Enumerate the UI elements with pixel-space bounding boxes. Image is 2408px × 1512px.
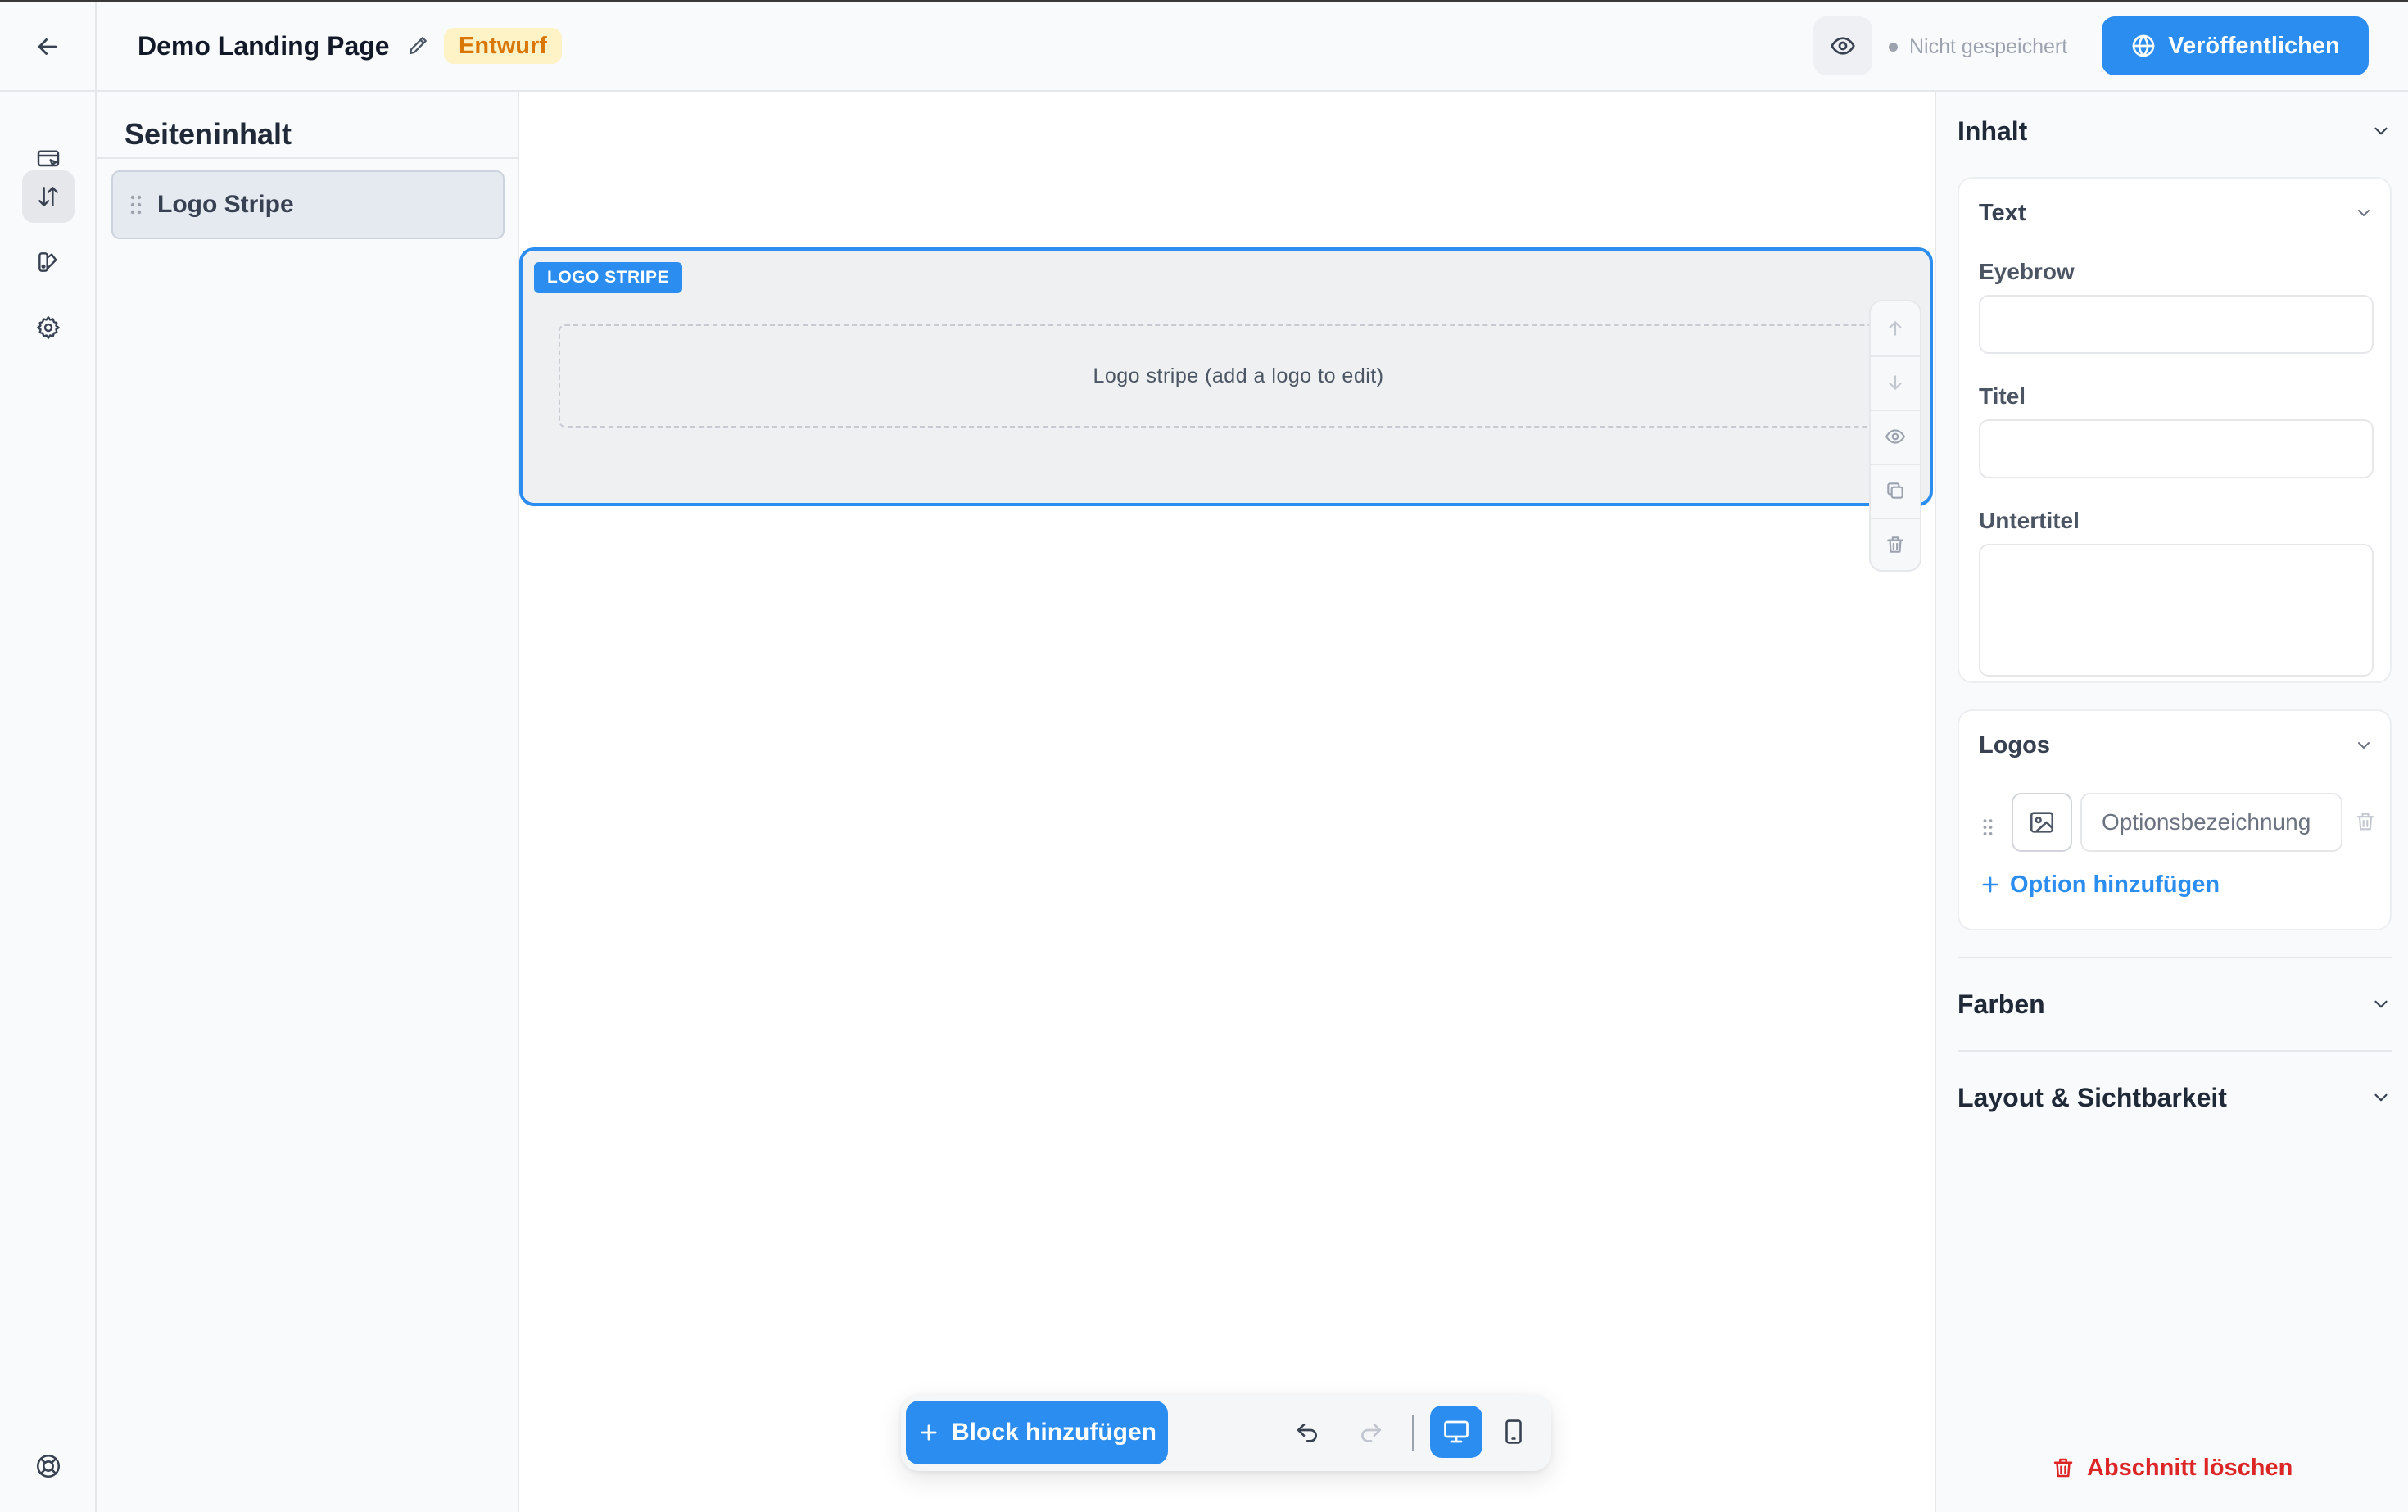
content-section-title: Inhalt — [1958, 115, 2028, 146]
browser-cursor-icon — [35, 146, 61, 172]
globe-icon — [2130, 33, 2157, 59]
layout-section-title: Layout & Sichtbarkeit — [1958, 1082, 2227, 1112]
structure-item-logo-stripe[interactable]: Logo Stripe — [111, 170, 505, 239]
top-bar: Demo Landing Page Entwurf Nicht gespeich… — [0, 0, 2408, 92]
drag-handle-icon[interactable] — [1982, 817, 1994, 837]
redo-button[interactable] — [1348, 1410, 1394, 1456]
redo-icon — [1358, 1420, 1384, 1446]
block-toolbar — [1869, 300, 1921, 572]
logo-option-name-input[interactable] — [2080, 793, 2342, 852]
chevron-down-icon — [2354, 203, 2374, 223]
structure-title: Seiteninhalt — [124, 117, 292, 151]
title-input[interactable] — [1979, 419, 2374, 478]
palette-icon — [35, 249, 61, 275]
toggle-visibility-button[interactable] — [1871, 410, 1920, 464]
tablet-view-button[interactable] — [1487, 1406, 1540, 1458]
logos-card-title: Logos — [1979, 731, 2050, 758]
structure-panel: Seiteninhalt Logo Stripe — [97, 92, 519, 1512]
pencil-icon[interactable] — [406, 33, 431, 57]
tablet-icon — [1500, 1417, 1528, 1446]
move-up-button[interactable] — [1871, 301, 1920, 355]
arrow-down-icon — [1885, 372, 1906, 393]
colors-section-toggle[interactable]: Farben — [1958, 980, 2392, 1029]
eye-icon — [1885, 426, 1906, 447]
eye-icon — [1830, 33, 1856, 59]
eyebrow-input[interactable] — [1979, 295, 2374, 354]
divider — [97, 157, 518, 159]
layout-section-toggle[interactable]: Layout & Sichtbarkeit — [1958, 1073, 2392, 1122]
rail-theme-button[interactable] — [22, 236, 75, 288]
arrow-left-icon — [34, 33, 61, 61]
block-tag: LOGO STRIPE — [534, 262, 683, 293]
chevron-down-icon — [2370, 120, 2392, 142]
delete-section-label: Abschnitt löschen — [2087, 1454, 2293, 1481]
structure-item-label: Logo Stripe — [157, 191, 294, 218]
chevron-down-icon — [2370, 1087, 2392, 1108]
rail-help-button[interactable] — [22, 1440, 75, 1492]
trash-icon — [1885, 534, 1906, 555]
bottom-toolbar: Block hinzufügen — [901, 1394, 1551, 1471]
subtitle-label: Untertitel — [1979, 508, 2080, 533]
text-card: Text Eyebrow Titel Untertitel — [1958, 177, 2392, 683]
image-icon — [2028, 808, 2056, 836]
logos-card: Logos Option hinzufügen — [1958, 709, 2392, 930]
drag-handle-icon[interactable] — [129, 194, 143, 215]
status-dot — [1889, 42, 1898, 52]
lifebuoy-icon — [34, 1452, 62, 1480]
text-card-toggle[interactable]: Text — [1979, 195, 2374, 231]
add-block-label: Block hinzufügen — [952, 1419, 1156, 1446]
copy-icon — [1885, 480, 1906, 501]
desktop-icon — [1442, 1417, 1471, 1446]
logo-stripe-block[interactable]: LOGO STRIPE Logo stripe (add a logo to e… — [519, 247, 1933, 506]
divider — [1412, 1415, 1414, 1451]
add-block-button[interactable]: Block hinzufügen — [906, 1401, 1168, 1464]
add-option-label: Option hinzufügen — [2010, 871, 2220, 898]
chevron-down-icon — [2370, 994, 2392, 1015]
chevron-down-icon — [2354, 736, 2374, 755]
arrow-up-icon — [1885, 318, 1906, 339]
status-badge: Entwurf — [444, 28, 562, 64]
divider — [1958, 957, 2392, 958]
divider — [1958, 1050, 2392, 1052]
undo-icon — [1294, 1420, 1320, 1446]
colors-section-title: Farben — [1958, 989, 2045, 1019]
publish-label: Veröffentlichen — [2168, 32, 2340, 59]
inspector-panel: Inhalt Text Eyebrow Titel Untertitel Log… — [1935, 92, 2408, 1512]
rail-settings-button[interactable] — [22, 301, 75, 354]
page-title: Demo Landing Page — [138, 31, 390, 61]
logos-card-toggle[interactable]: Logos — [1979, 727, 2374, 763]
publish-button[interactable]: Veröffentlichen — [2102, 16, 2369, 75]
undo-button[interactable] — [1284, 1410, 1330, 1456]
sort-arrows-icon — [35, 183, 61, 210]
plus-icon — [917, 1421, 940, 1444]
preview-button[interactable] — [1813, 16, 1872, 75]
trash-icon[interactable] — [2354, 809, 2377, 834]
plus-icon — [1979, 873, 2002, 896]
delete-section-button[interactable]: Abschnitt löschen — [2051, 1448, 2293, 1487]
trash-icon — [2051, 1455, 2075, 1481]
subtitle-textarea[interactable] — [1979, 544, 2374, 677]
save-status: Nicht gespeichert — [1889, 33, 2067, 61]
content-section-toggle[interactable]: Inhalt — [1958, 106, 2392, 156]
add-option-button[interactable]: Option hinzufügen — [1979, 868, 2220, 901]
save-status-text: Nicht gespeichert — [1909, 35, 2068, 58]
duplicate-button[interactable] — [1871, 464, 1920, 518]
gear-icon — [35, 315, 61, 341]
text-card-title: Text — [1979, 199, 2026, 226]
move-down-button[interactable] — [1871, 355, 1920, 410]
left-rail — [0, 92, 97, 1512]
block-placeholder[interactable]: Logo stripe (add a logo to edit) — [559, 324, 1918, 428]
eyebrow-label: Eyebrow — [1979, 259, 2075, 284]
title-label: Titel — [1979, 383, 2026, 409]
back-button[interactable] — [0, 2, 97, 92]
logo-image-picker[interactable] — [2012, 793, 2072, 852]
desktop-view-button[interactable] — [1430, 1406, 1482, 1458]
delete-block-button[interactable] — [1871, 518, 1920, 572]
rail-structure-button[interactable] — [22, 170, 75, 223]
canvas: LOGO STRIPE Logo stripe (add a logo to e… — [519, 92, 1935, 1512]
